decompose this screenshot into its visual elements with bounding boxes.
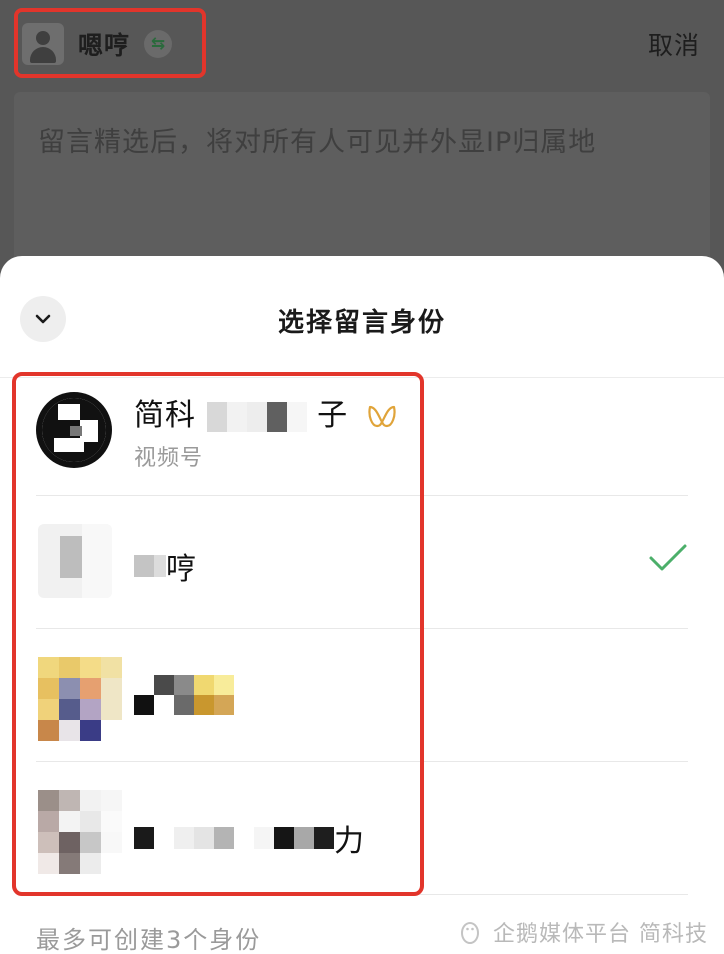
watermark-text: 企鹅媒体平台 简科技 (493, 922, 708, 947)
identity-limit-note: 最多可创建3个身份 (36, 926, 262, 954)
checkmark-icon (649, 544, 687, 571)
watermark: 企鹅媒体平台 简科技 (457, 916, 708, 948)
sheet-header: 选择留言身份 (0, 256, 724, 378)
highlight-box-accounts (12, 372, 424, 896)
penguin-logo-icon (461, 922, 479, 944)
top-bar: 嗯哼 ⇆ 取消 (0, 0, 724, 88)
identity-picker-sheet: 选择留言身份 简科 子 视频号 哼 力 (0, 256, 724, 954)
cancel-button[interactable]: 取消 (648, 26, 700, 62)
highlight-box-identity (14, 8, 206, 78)
sheet-title: 选择留言身份 (277, 308, 446, 338)
comment-input[interactable]: 留言精选后，将对所有人可见并外显IP归属地 (14, 92, 710, 282)
comment-placeholder: 留言精选后，将对所有人可见并外显IP归属地 (38, 127, 597, 158)
